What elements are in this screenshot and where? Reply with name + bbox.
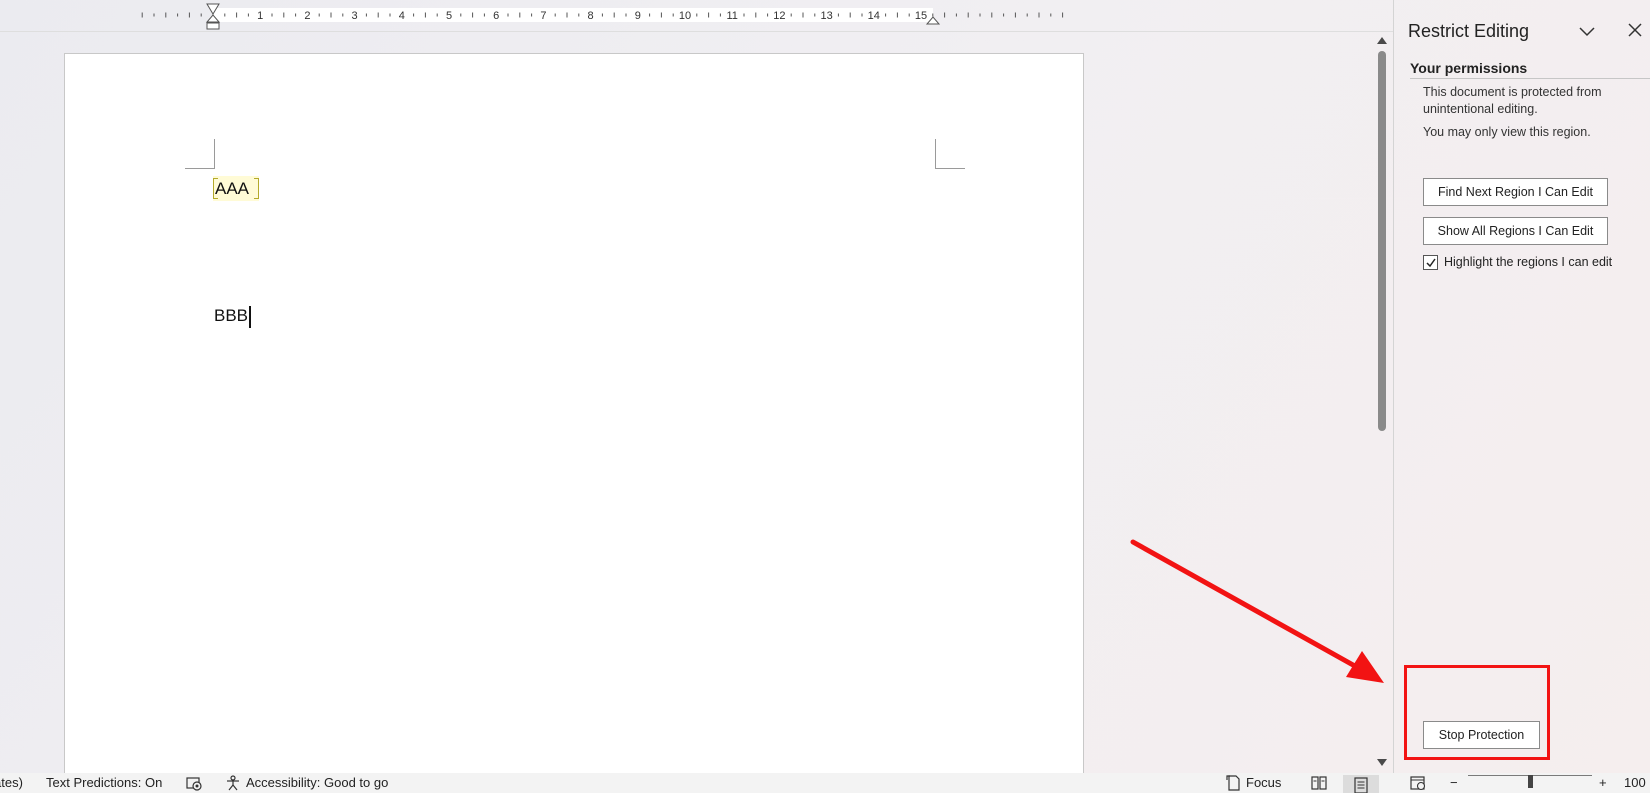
ruler-number: 9 xyxy=(635,10,641,22)
pane-title: Restrict Editing xyxy=(1408,21,1530,41)
web-layout-icon[interactable] xyxy=(1410,775,1426,791)
highlight-regions-option[interactable]: Highlight the regions I can edit xyxy=(1423,253,1612,271)
ruler-number: 7 xyxy=(540,10,546,22)
ruler-number: 11 xyxy=(726,10,737,22)
highlight-regions-checkbox[interactable] xyxy=(1423,254,1438,270)
accessibility-status[interactable]: Accessibility: Good to go xyxy=(246,775,388,790)
vertical-scrollbar[interactable] xyxy=(1372,33,1392,773)
text-cursor xyxy=(249,305,251,328)
ruler-number: 4 xyxy=(399,10,405,22)
stop-protection-button[interactable]: Stop Protection xyxy=(1423,721,1540,749)
checkmark-icon xyxy=(1426,258,1436,267)
highlight-regions-label[interactable]: Highlight the regions I can edit xyxy=(1444,255,1612,269)
focus-icon[interactable] xyxy=(1226,775,1240,791)
read-mode-icon[interactable] xyxy=(1311,775,1327,791)
ruler-number: 13 xyxy=(820,10,832,22)
macro-recording-icon[interactable] xyxy=(186,775,202,791)
status-bar: ates) Text Predictions: On Accessibility… xyxy=(0,773,1650,793)
show-all-regions-button[interactable]: Show All Regions I Can Edit xyxy=(1423,217,1608,245)
print-layout-icon[interactable] xyxy=(1343,775,1379,793)
zoom-slider-thumb[interactable] xyxy=(1528,775,1533,788)
chevron-down-icon[interactable] xyxy=(1578,22,1596,40)
ruler-number: 3 xyxy=(352,10,358,22)
document-line-text: BBB xyxy=(214,306,249,325)
ruler-number: 5 xyxy=(446,10,452,22)
find-next-region-button[interactable]: Find Next Region I Can Edit xyxy=(1423,178,1608,206)
zoom-level[interactable]: 100 xyxy=(1624,775,1646,790)
scrollbar-thumb[interactable] xyxy=(1378,51,1386,431)
ruler-number: 8 xyxy=(588,10,594,22)
language-status[interactable]: ates) xyxy=(0,775,23,790)
scroll-down-arrow-icon[interactable] xyxy=(1377,759,1387,766)
ruler-number: 12 xyxy=(773,10,785,22)
region-bracket-open xyxy=(213,178,218,199)
text-predictions-status[interactable]: Text Predictions: On xyxy=(46,775,162,790)
zoom-out-button[interactable]: − xyxy=(1450,775,1458,790)
ruler-number: 6 xyxy=(493,10,499,22)
document-line[interactable]: BBB xyxy=(214,304,251,328)
first-line-indent-icon xyxy=(206,3,220,15)
crop-mark-top-right xyxy=(935,139,965,169)
document-page[interactable]: AAA BBB xyxy=(64,53,1084,793)
horizontal-ruler[interactable]: 1 2 3 4 5 6 7 8 9 10 11 12 13 14 15 xyxy=(0,0,1393,32)
ruler-number: 2 xyxy=(304,10,310,22)
region-bracket-close xyxy=(254,178,260,199)
ruler-number: 1 xyxy=(257,10,263,22)
document-canvas[interactable]: AAA BBB xyxy=(0,33,1372,793)
hanging-indent-icon xyxy=(205,14,221,23)
ruler-number: 10 xyxy=(679,10,691,22)
view-region-text: You may only view this region. xyxy=(1423,125,1591,139)
close-icon[interactable] xyxy=(1626,21,1644,39)
right-indent-icon xyxy=(925,16,941,25)
region-text: AAA xyxy=(215,179,250,198)
zoom-in-button[interactable]: + xyxy=(1599,775,1607,790)
section-divider xyxy=(1410,78,1650,79)
editable-region[interactable]: AAA xyxy=(213,176,260,201)
ruler-number: 15 xyxy=(915,10,927,22)
ruler-number: 14 xyxy=(868,10,880,22)
ruler-ticks: 1 2 3 4 5 6 7 8 9 10 11 12 13 14 15 xyxy=(141,3,1064,30)
scroll-up-arrow-icon[interactable] xyxy=(1377,37,1387,44)
left-indent-icon xyxy=(206,22,220,30)
permissions-heading: Your permissions xyxy=(1410,60,1528,76)
accessibility-person-icon[interactable] xyxy=(225,775,241,791)
focus-mode-button[interactable]: Focus xyxy=(1246,775,1281,790)
restrict-editing-pane: Restrict Editing Your permissions This d… xyxy=(1393,0,1650,773)
protection-status-text: This document is protected from unintent… xyxy=(1423,85,1602,116)
crop-mark-top-left xyxy=(185,139,215,169)
